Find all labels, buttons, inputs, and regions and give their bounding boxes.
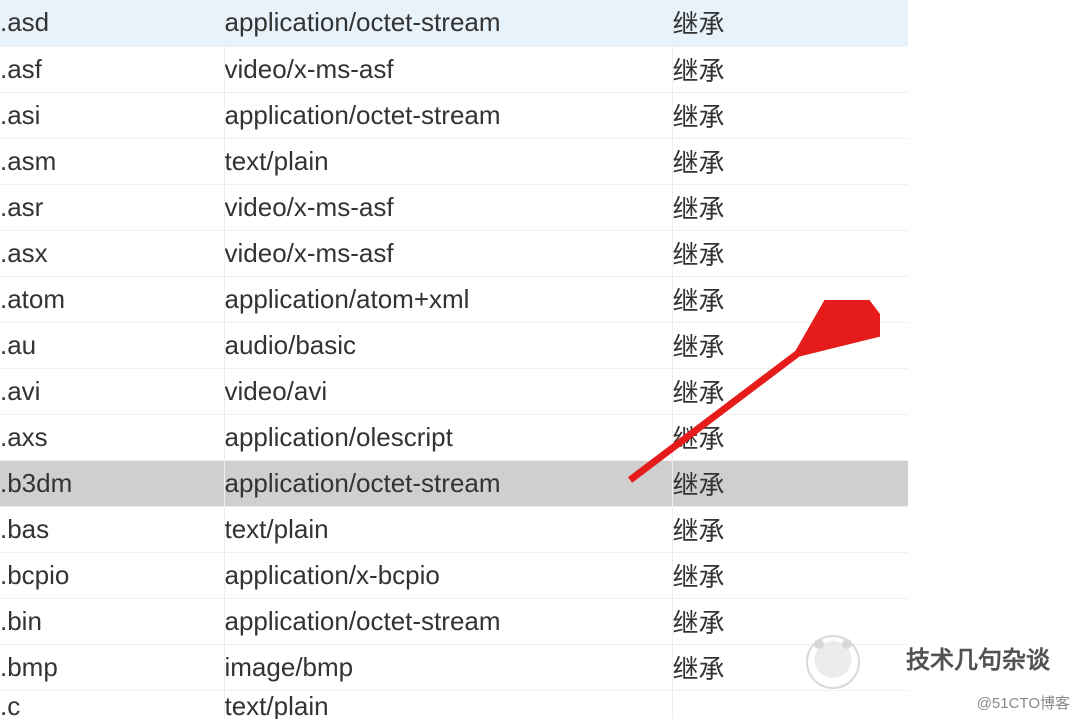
mime-type-cell: image/bmp xyxy=(224,644,672,690)
table-row[interactable]: .asrvideo/x-ms-asf继承 xyxy=(0,184,908,230)
table-row[interactable]: .asfvideo/x-ms-asf继承 xyxy=(0,46,908,92)
mime-type-cell: text/plain xyxy=(224,138,672,184)
extension-cell: .bas xyxy=(0,506,224,552)
table-row[interactable]: .asmtext/plain继承 xyxy=(0,138,908,184)
inherit-cell: 继承 xyxy=(672,460,908,506)
mime-types-table[interactable]: .asdapplication/octet-stream继承.asfvideo/… xyxy=(0,0,908,719)
inherit-cell: 继承 xyxy=(672,138,908,184)
table-row[interactable]: .atomapplication/atom+xml继承 xyxy=(0,276,908,322)
inherit-cell: 继承 xyxy=(672,368,908,414)
mime-type-cell: video/x-ms-asf xyxy=(224,230,672,276)
table-row[interactable]: .ctext/plain xyxy=(0,690,908,719)
table-row[interactable]: .asiapplication/octet-stream继承 xyxy=(0,92,908,138)
mime-type-cell: application/olescript xyxy=(224,414,672,460)
extension-cell: .bcpio xyxy=(0,552,224,598)
mime-type-cell: application/octet-stream xyxy=(224,92,672,138)
inherit-cell: 继承 xyxy=(672,598,908,644)
table-row[interactable]: .bcpioapplication/x-bcpio继承 xyxy=(0,552,908,598)
mime-type-cell: video/avi xyxy=(224,368,672,414)
mime-type-cell: application/octet-stream xyxy=(224,460,672,506)
mime-type-cell: text/plain xyxy=(224,690,672,719)
inherit-cell: 继承 xyxy=(672,552,908,598)
table-row[interactable]: .b3dmapplication/octet-stream继承 xyxy=(0,460,908,506)
inherit-cell: 继承 xyxy=(672,92,908,138)
inherit-cell: 继承 xyxy=(672,506,908,552)
extension-cell: .avi xyxy=(0,368,224,414)
table-row[interactable]: .auaudio/basic继承 xyxy=(0,322,908,368)
inherit-cell: 继承 xyxy=(672,276,908,322)
extension-cell: .asf xyxy=(0,46,224,92)
mime-type-cell: text/plain xyxy=(224,506,672,552)
extension-cell: .atom xyxy=(0,276,224,322)
extension-cell: .asd xyxy=(0,0,224,46)
extension-cell: .bmp xyxy=(0,644,224,690)
table-row[interactable]: .avivideo/avi继承 xyxy=(0,368,908,414)
watermark-text-primary: 技术几句杂谈 xyxy=(906,640,1050,675)
mime-type-cell: audio/basic xyxy=(224,322,672,368)
inherit-cell: 继承 xyxy=(672,414,908,460)
mime-type-cell: video/x-ms-asf xyxy=(224,184,672,230)
extension-cell: .b3dm xyxy=(0,460,224,506)
table-row[interactable]: .axsapplication/olescript继承 xyxy=(0,414,908,460)
inherit-cell: 继承 xyxy=(672,184,908,230)
extension-cell: .axs xyxy=(0,414,224,460)
inherit-cell: 继承 xyxy=(672,46,908,92)
mime-type-cell: application/atom+xml xyxy=(224,276,672,322)
watermark-logo-icon xyxy=(806,635,860,689)
table-row[interactable]: .bmpimage/bmp继承 xyxy=(0,644,908,690)
extension-cell: .asm xyxy=(0,138,224,184)
watermark-text-secondary: @51CTO博客 xyxy=(977,692,1070,713)
extension-cell: .asx xyxy=(0,230,224,276)
inherit-cell: 继承 xyxy=(672,230,908,276)
inherit-cell: 继承 xyxy=(672,644,908,690)
extension-cell: .au xyxy=(0,322,224,368)
table-row[interactable]: .bastext/plain继承 xyxy=(0,506,908,552)
inherit-cell: 继承 xyxy=(672,0,908,46)
extension-cell: .asi xyxy=(0,92,224,138)
table-row[interactable]: .asxvideo/x-ms-asf继承 xyxy=(0,230,908,276)
inherit-cell: 继承 xyxy=(672,322,908,368)
table-row[interactable]: .binapplication/octet-stream继承 xyxy=(0,598,908,644)
table-row[interactable]: .asdapplication/octet-stream继承 xyxy=(0,0,908,46)
inherit-cell xyxy=(672,690,908,719)
extension-cell: .bin xyxy=(0,598,224,644)
mime-type-cell: application/x-bcpio xyxy=(224,552,672,598)
mime-type-cell: video/x-ms-asf xyxy=(224,46,672,92)
extension-cell: .asr xyxy=(0,184,224,230)
extension-cell: .c xyxy=(0,690,224,719)
mime-type-cell: application/octet-stream xyxy=(224,0,672,46)
mime-type-cell: application/octet-stream xyxy=(224,598,672,644)
